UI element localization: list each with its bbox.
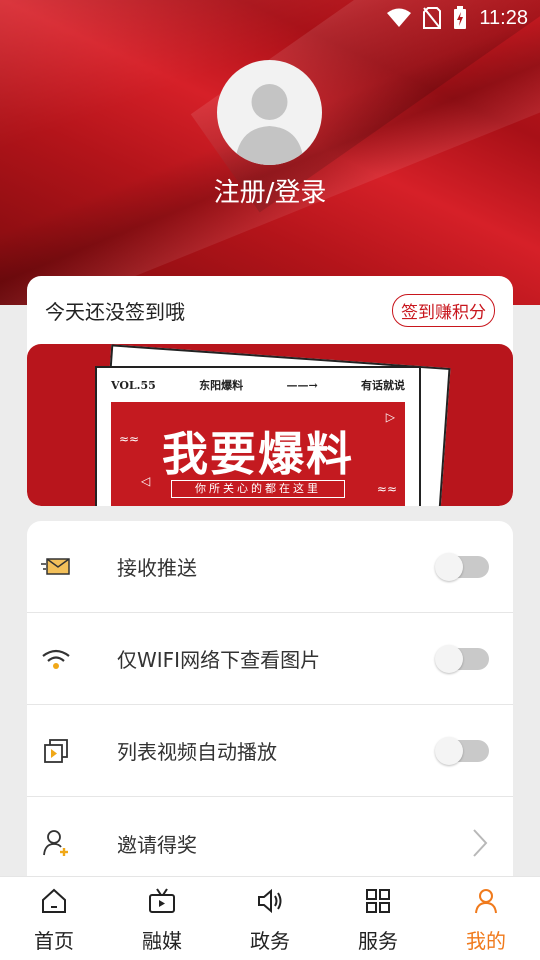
setting-row-wifi[interactable]: 仅WIFI网络下查看图片: [27, 613, 513, 705]
setting-label-push: 接收推送: [117, 556, 197, 580]
signin-card: 今天还没签到哦 签到赚积分 VOL.55 东阳爆料 ——→ 有话就说 ≈≈ ▷ …: [27, 276, 513, 506]
speaker-icon: [258, 888, 282, 914]
setting-label-autoplay: 列表视频自动播放: [117, 740, 277, 764]
video-icon: [41, 736, 71, 766]
no-sim-icon: [423, 7, 442, 29]
battery-charging-icon: [454, 6, 467, 29]
tab-government[interactable]: 政务: [216, 877, 324, 960]
bottom-tab-bar: 首页 融媒 政务 服务 我的: [0, 876, 540, 960]
push-toggle[interactable]: [435, 552, 489, 581]
login-link[interactable]: 注册/登录: [0, 172, 540, 209]
chevron-right-icon: [473, 829, 488, 857]
tab-services[interactable]: 服务: [324, 877, 432, 960]
default-avatar-icon: [235, 84, 304, 165]
wifi-icon: [41, 644, 71, 674]
banner-arrow: ——→: [286, 378, 318, 392]
setting-row-autoplay[interactable]: 列表视频自动播放: [27, 705, 513, 797]
tab-label-home: 首页: [34, 929, 74, 953]
grid-icon: [366, 889, 390, 913]
setting-label-wifi: 仅WIFI网络下查看图片: [117, 648, 321, 672]
clock: 11:28: [479, 6, 528, 29]
tab-label-media: 融媒: [142, 929, 182, 953]
settings-list: 接收推送 仅WIFI网络下查看图片 列表视频自动播放 邀请得奖: [27, 521, 513, 901]
setting-label-invite: 邀请得奖: [117, 832, 197, 857]
home-icon: [42, 888, 66, 913]
banner-subline: 你所关心的都在这里: [171, 480, 345, 498]
user-icon: [475, 889, 497, 914]
banner-vol: VOL.55: [111, 378, 156, 392]
tab-label-services: 服务: [358, 929, 398, 953]
tab-label-government: 政务: [250, 929, 290, 953]
banner-headline: 我要爆料: [162, 427, 354, 481]
tab-home[interactable]: 首页: [0, 877, 108, 960]
banner-source: 东阳爆料: [199, 379, 244, 392]
newspaper: VOL.55 东阳爆料 ——→ 有话就说 ≈≈ ▷ ◁ ≈≈ 我要爆料 你所关心…: [95, 366, 421, 506]
mail-icon: [41, 552, 71, 582]
tab-mine[interactable]: 我的: [432, 877, 540, 960]
wifi-signal-icon: [387, 8, 412, 27]
avatar[interactable]: [217, 60, 322, 165]
autoplay-toggle[interactable]: [435, 736, 489, 765]
setting-row-push[interactable]: 接收推送: [27, 521, 513, 613]
banner-slogan: 有话就说: [361, 379, 405, 392]
wifi-only-toggle[interactable]: [435, 644, 489, 673]
tab-media[interactable]: 融媒: [108, 877, 216, 960]
signin-status-text: 今天还没签到哦: [45, 299, 185, 324]
report-banner[interactable]: VOL.55 东阳爆料 ——→ 有话就说 ≈≈ ▷ ◁ ≈≈ 我要爆料 你所关心…: [27, 344, 513, 506]
tv-icon: [149, 888, 175, 913]
status-bar: 11:28: [0, 0, 540, 36]
tab-label-mine: 我的: [466, 929, 506, 953]
signin-button[interactable]: 签到赚积分: [392, 293, 495, 327]
invite-user-icon: [41, 828, 71, 858]
